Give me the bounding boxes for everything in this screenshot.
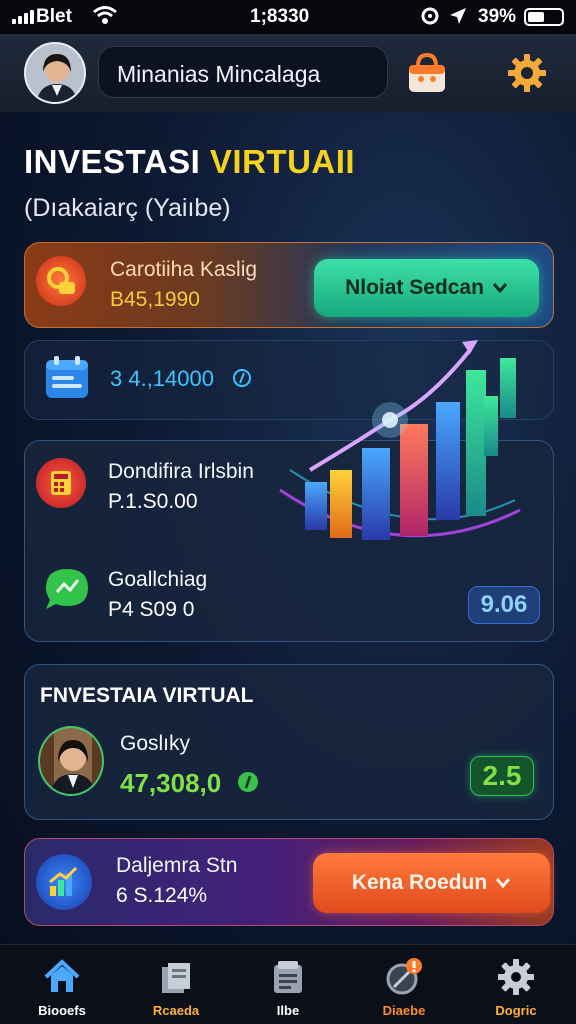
title-part-white: INVESTASI	[24, 143, 210, 180]
card1-value: B45,1990	[110, 288, 200, 311]
avatar[interactable]	[24, 42, 86, 104]
card3-badge: 9.06	[468, 586, 540, 624]
chart-bar	[362, 448, 390, 540]
nav-item-home[interactable]: Biooefs	[14, 945, 110, 1024]
card4-heading: FNVESTAIA VIRTUAL	[40, 684, 254, 707]
chevron-down-icon	[492, 283, 508, 294]
chart-bar	[500, 358, 516, 418]
compass-icon	[386, 958, 422, 995]
primary-action-label: Nloiat Sedcan	[345, 276, 484, 299]
archive-icon	[162, 963, 190, 993]
coin-icon	[238, 772, 258, 792]
chart-bar	[466, 370, 486, 516]
home-icon	[44, 959, 80, 992]
growth-chart-icon	[36, 854, 92, 910]
secondary-action-label: Kena Roedun	[351, 871, 488, 894]
battery-icon	[524, 8, 564, 26]
chat-bubble-icon	[46, 569, 88, 609]
user-name-field[interactable]: Minanias Mincalaga	[98, 46, 388, 98]
nav-item-archive[interactable]: Rcaeda	[128, 945, 224, 1024]
app-header: Minanias Mincalaga	[0, 34, 576, 112]
nav-label: Diaebe	[382, 1003, 426, 1018]
coin-icon	[233, 369, 251, 387]
card5-label: Daljemra Stn	[116, 854, 238, 877]
card1-label: Carotiiha Kaslig	[110, 258, 258, 281]
carrier-name: Blet	[36, 6, 72, 27]
shopping-bag-icon[interactable]	[404, 52, 450, 94]
card4-value: 47,308,0	[120, 768, 222, 798]
card5-value: 6 S.124%	[116, 884, 208, 907]
chart-bar	[484, 396, 498, 456]
battery-percent: 39%	[478, 6, 517, 27]
card2-value: 3 4.,14000	[110, 366, 214, 391]
wifi-icon	[93, 6, 117, 24]
calendar-icon	[46, 356, 88, 398]
title-part-yellow: VIRTUAII	[209, 143, 356, 180]
settings-icon	[498, 959, 534, 995]
signal-icon	[12, 8, 34, 24]
bottom-navigation: Biooefs Rcaeda Ilbe Diaebe Dogric	[0, 944, 576, 1024]
gear-coin-icon	[36, 256, 86, 306]
alarm-icon	[421, 7, 439, 25]
gear-icon[interactable]	[506, 52, 548, 94]
document-icon	[274, 961, 302, 993]
card3-item2-label: Goallchiag	[108, 568, 208, 591]
card3-item1-value: P.1.S0.00	[108, 490, 198, 513]
clock: 1;8330	[250, 6, 310, 27]
secondary-action-button[interactable]: Kena Roedun	[313, 853, 550, 913]
chart-bar	[305, 482, 327, 530]
nav-item-settings[interactable]: Dogric	[468, 945, 564, 1024]
location-arrow-icon	[450, 8, 466, 24]
chart-bar	[330, 470, 352, 538]
nav-label: Dogric	[495, 1003, 537, 1018]
primary-action-button[interactable]: Nloiat Sedcan	[314, 259, 539, 317]
card4-badge: 2.5	[470, 756, 534, 796]
calculator-icon	[36, 458, 86, 508]
investor-avatar[interactable]	[38, 726, 104, 796]
chart-bar	[400, 424, 428, 536]
nav-item-document[interactable]: Ilbe	[240, 945, 336, 1024]
page-title: INVESTASI VIRTUAII	[24, 143, 355, 181]
nav-item-compass[interactable]: Diaebe	[356, 945, 452, 1024]
nav-label: Rcaeda	[152, 1003, 200, 1018]
nav-label: Biooefs	[38, 1003, 86, 1018]
card3-item1-label: Dondifira Irlsbin	[108, 460, 254, 483]
card3-item2-value: P4 S09 0	[108, 598, 195, 621]
chart-bar	[436, 402, 460, 520]
growth-chart-illustration	[279, 340, 521, 540]
status-bar: Blet 1;8330 39%	[0, 0, 576, 34]
nav-label: Ilbe	[276, 1003, 300, 1018]
chevron-down-icon	[496, 878, 511, 889]
page-subtitle: (Dıakaiarç (Yaiıbe)	[24, 194, 231, 222]
card4-label: Goslıky	[120, 732, 191, 755]
